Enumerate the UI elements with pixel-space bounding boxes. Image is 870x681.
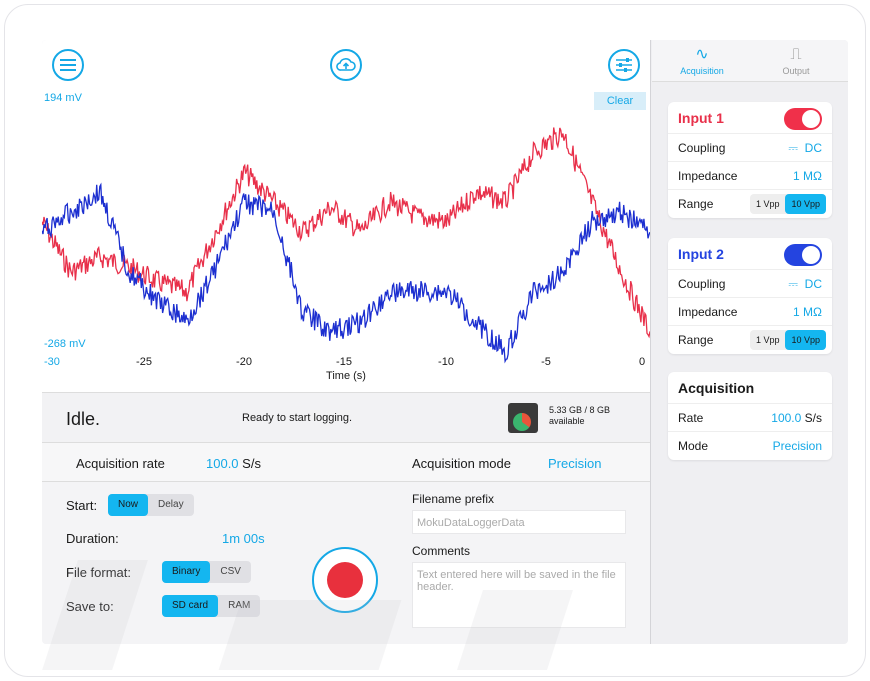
input2-trace: [42, 182, 650, 364]
rate-row[interactable]: Rate 100.0 S/s: [668, 404, 832, 432]
main-panel: 194 mV Clear -268 mV -30 -25 -20 -15 -10…: [42, 40, 650, 644]
input2-card: Input 2 Coupling ⎓ DC Impedance 1 MΩ Range…: [668, 238, 832, 354]
panel-divider: [650, 40, 651, 644]
duration-label: Duration:: [66, 531, 119, 546]
range-10vpp-option[interactable]: 10 Vpp: [785, 330, 826, 350]
storage-text: 5.33 GB / 8 GB available: [549, 405, 610, 427]
input1-card: Input 1 Coupling ⎓ DC Impedance 1 MΩ Range…: [668, 102, 832, 218]
input1-coupling-row[interactable]: Coupling ⎓ DC: [668, 134, 832, 162]
filename-prefix-label: Filename prefix: [412, 492, 495, 506]
filename-prefix-input[interactable]: MokuDataLoggerData: [412, 510, 626, 534]
x-tick: -20: [236, 356, 252, 368]
x-tick: -25: [136, 356, 152, 368]
range-1vpp-option[interactable]: 1 Vpp: [750, 194, 786, 214]
start-now-option[interactable]: Now: [108, 494, 149, 516]
mode-row[interactable]: Mode Precision: [668, 432, 832, 460]
input2-impedance-row[interactable]: Impedance 1 MΩ: [668, 298, 832, 326]
format-csv-option[interactable]: CSV: [210, 561, 251, 583]
time-series-plot[interactable]: [42, 92, 650, 392]
input2-toggle[interactable]: [784, 244, 822, 266]
state-text: Idle.: [66, 409, 101, 429]
duration-value[interactable]: 1m 00s: [222, 531, 265, 546]
sd-card-icon: [508, 403, 538, 433]
top-toolbar: [42, 40, 650, 90]
start-delay-option[interactable]: Delay: [148, 494, 194, 516]
input1-range-toggle[interactable]: 1 Vpp 10 Vpp: [749, 194, 826, 214]
start-toggle[interactable]: Now Delay: [108, 494, 194, 516]
tab-output[interactable]: ⎍ Output: [756, 44, 836, 76]
input2-title: Input 2: [668, 238, 832, 270]
x-tick: 0: [638, 356, 646, 368]
acq-mode-label: Acquisition mode: [412, 456, 511, 471]
format-binary-option[interactable]: Binary: [162, 561, 211, 583]
input1-range-row: Range 1 Vpp 10 Vpp: [668, 190, 832, 218]
save-sd-option[interactable]: SD card: [162, 595, 219, 617]
x-tick: -15: [336, 356, 352, 368]
x-axis: -30 -25 -20 -15 -10 -5 0 Time (s): [42, 354, 650, 394]
start-label: Start:: [66, 498, 98, 513]
tab-acquisition[interactable]: ∿ Acquisition: [662, 44, 742, 76]
input2-range-row: Range 1 Vpp 10 Vpp: [668, 326, 832, 354]
cloud-upload-icon[interactable]: [330, 49, 362, 81]
side-tabs: ∿ Acquisition ⎍ Output: [652, 40, 848, 82]
input1-trace: [42, 127, 650, 339]
file-format-toggle[interactable]: Binary CSV: [162, 561, 251, 583]
acquisition-summary-row: Acquisition rate 100.0 S/s Acquisition m…: [42, 442, 650, 482]
square-wave-icon: ⎍: [790, 46, 802, 63]
acq-rate-label: Acquisition rate: [76, 456, 165, 471]
x-tick: -5: [541, 356, 551, 368]
input2-range-toggle[interactable]: 1 Vpp 10 Vpp: [749, 330, 826, 350]
range-1vpp-option[interactable]: 1 Vpp: [750, 330, 786, 350]
comments-label: Comments: [412, 544, 471, 558]
storage-available-label: available: [549, 416, 585, 426]
watermark-shape: [218, 600, 402, 670]
input1-toggle[interactable]: [784, 108, 822, 130]
x-axis-title: Time (s): [326, 370, 366, 382]
record-dot-icon: [327, 562, 363, 598]
range-10vpp-option[interactable]: 10 Vpp: [785, 194, 826, 214]
sliders-icon[interactable]: [608, 49, 640, 81]
acq-rate-value[interactable]: 100.0 S/s: [206, 456, 261, 471]
acquisition-card: Acquisition Rate 100.0 S/s Mode Precision: [668, 372, 832, 460]
status-bar: Idle. Ready to start logging. 5.33 GB / …: [42, 392, 650, 442]
sine-wave-icon: ∿: [695, 46, 709, 63]
input2-coupling-row[interactable]: Coupling ⎓ DC: [668, 270, 832, 298]
storage-used: 5.33 GB / 8 GB: [549, 405, 611, 415]
status-message: Ready to start logging.: [242, 412, 353, 424]
dc-icon: ⎓: [788, 141, 798, 155]
input1-impedance-row[interactable]: Impedance 1 MΩ: [668, 162, 832, 190]
acq-mode-value[interactable]: Precision: [548, 456, 601, 471]
dc-icon: ⎓: [788, 277, 798, 291]
input1-title: Input 1: [668, 102, 832, 134]
x-tick: -10: [438, 356, 454, 368]
menu-icon[interactable]: [52, 49, 84, 81]
x-tick: -30: [44, 356, 60, 368]
acquisition-card-title: Acquisition: [668, 372, 832, 404]
